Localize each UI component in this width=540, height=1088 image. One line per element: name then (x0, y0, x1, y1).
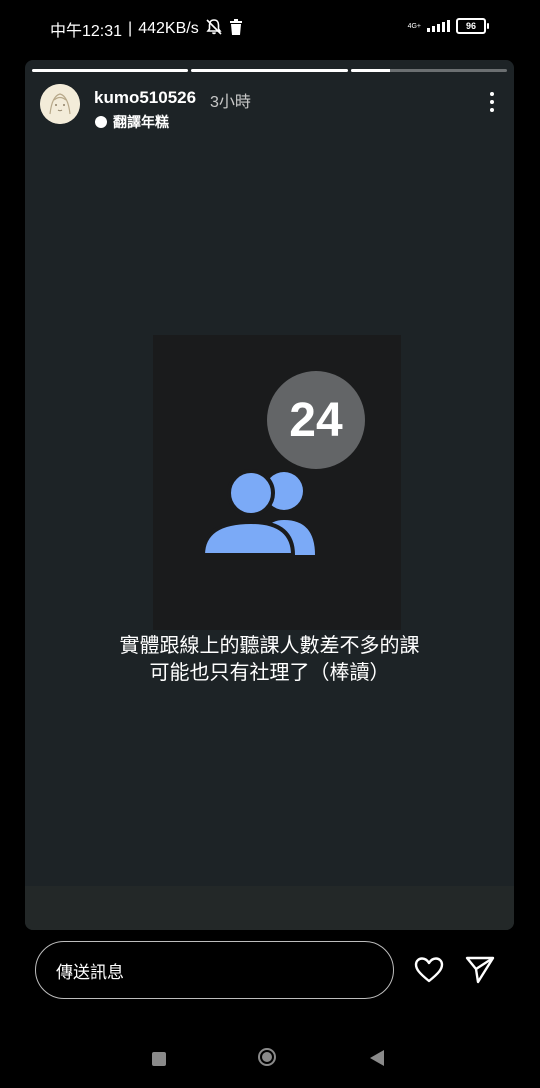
send-message-input[interactable]: 傳送訊息 (35, 941, 394, 999)
progress-fill (350, 69, 390, 72)
story-time-ago: 3小時 (210, 94, 251, 111)
signal-icon (427, 20, 450, 32)
clock: 中午12:31 (50, 23, 123, 40)
caption-line: 可能也只有社理了（棒讀） (149, 660, 390, 684)
battery-icon: 96 (456, 18, 489, 34)
network-type: 4G+ (407, 22, 421, 30)
progress-segment (350, 69, 507, 72)
story-viewer[interactable]: kumo510526 3小時 翻譯年糕 24 實體跟線上的聽課人數差不多的課 可… (25, 60, 514, 930)
story-caption: 實體跟線上的聽課人數差不多的課 可能也只有社理了（棒讀） (25, 632, 514, 686)
music-icon (95, 116, 107, 128)
home-circle-icon[interactable] (258, 1048, 276, 1066)
avatar[interactable] (40, 84, 80, 124)
story-bottom-band (25, 886, 514, 930)
progress-fill (32, 69, 189, 72)
story-username[interactable]: kumo510526 (94, 88, 196, 108)
trash-icon (229, 18, 243, 40)
mute-bell-icon (205, 18, 223, 41)
progress-segment (191, 69, 348, 72)
participant-count: 24 (289, 393, 343, 447)
network-speed: 442KB/s (138, 20, 199, 37)
music-title: 翻譯年糕 (113, 114, 169, 130)
story-progress (32, 69, 507, 72)
participant-count-badge: 24 (267, 371, 365, 469)
recents-square-icon[interactable] (152, 1052, 166, 1066)
battery-level: 96 (465, 21, 476, 31)
story-music-tag[interactable]: 翻譯年糕 (95, 112, 169, 132)
send-icon[interactable] (464, 954, 496, 991)
message-placeholder: 傳送訊息 (56, 962, 124, 983)
progress-segment (32, 69, 189, 72)
status-bar: 中午12:31 | 442KB/s 4G+ 96 (0, 0, 540, 56)
back-triangle-icon[interactable] (370, 1050, 384, 1066)
system-navigation-bar (0, 1030, 540, 1088)
progress-fill (191, 69, 348, 72)
avatar-illustration (40, 84, 80, 124)
status-left: 中午12:31 | 442KB/s (50, 17, 243, 41)
like-heart-icon[interactable] (413, 954, 445, 991)
separator: | (128, 20, 133, 37)
people-icon (200, 465, 321, 560)
status-right: 4G+ 96 (407, 18, 489, 34)
story-image: 24 (153, 335, 401, 630)
more-options-icon[interactable] (490, 92, 494, 112)
caption-line: 實體跟線上的聽課人數差不多的課 (119, 633, 420, 657)
